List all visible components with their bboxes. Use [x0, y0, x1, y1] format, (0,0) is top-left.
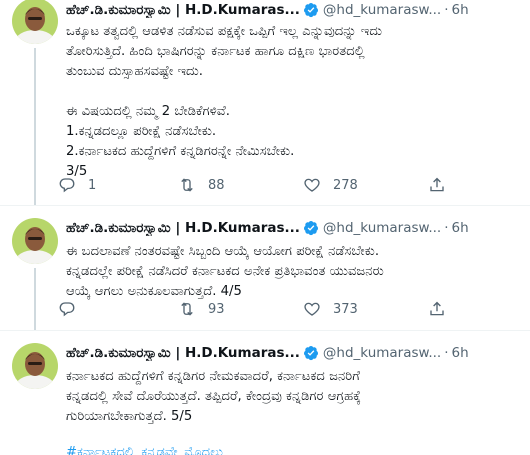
retweet-icon — [181, 302, 193, 316]
reply-count: 1 — [88, 177, 97, 193]
reply-icon — [59, 178, 75, 193]
retweet-button[interactable]: 93 — [178, 300, 225, 318]
separator-dot: · — [444, 2, 449, 18]
retweet-button[interactable]: 88 — [178, 176, 225, 194]
retweet-count: 88 — [208, 177, 225, 193]
heart-icon — [304, 302, 320, 316]
action-bar: 1 88 278 — [58, 176, 458, 196]
like-button[interactable]: 373 — [303, 300, 358, 318]
profile-photo-icon — [12, 218, 58, 264]
profile-photo-icon — [12, 0, 58, 44]
share-icon — [430, 301, 444, 316]
share-icon — [430, 177, 444, 192]
tweet-5-of-5[interactable]: ಹೆಚ್.ಡಿ.ಕುಮಾರಸ್ವಾಮಿ | H.D.Kumaras... @hd… — [0, 330, 530, 455]
like-button[interactable]: 278 — [303, 176, 358, 194]
like-count: 373 — [333, 301, 358, 317]
tweet-line: ಕರ್ನಾಟಕದ ಹುದ್ದೆಗಳಿಗೆ ಕನ್ನಡಿಗರ ನೇಮಕವಾದರೆ,… — [66, 369, 360, 384]
author-name[interactable]: ಹೆಚ್.ಡಿ.ಕುಮಾರಸ್ವಾಮಿ | H.D.Kumaras... — [66, 345, 300, 361]
tweet-line: ಒಕ್ಕೂಟ ತತ್ವದಲ್ಲಿ ಆಡಳಿತ ನಡೆಸುವ ಪಕ್ಷಕ್ಕೇ ಒ… — [66, 24, 383, 39]
share-button[interactable] — [428, 300, 446, 318]
tweet-header: ಹೆಚ್.ಡಿ.ಕುಮಾರಸ್ವಾಮಿ | H.D.Kumaras... @hd… — [66, 343, 520, 363]
heart-icon — [304, 178, 320, 192]
tweet-line: ತುಂಬುವ ದುಸ್ಸಾಹಸವಷ್ಟೇ ಇದು. — [66, 64, 203, 79]
tweet-line: 1.ಕನ್ನಡದಲ್ಲೂ ಪರೀಕ್ಷೆ ನಡೆಸಬೇಕು. — [66, 124, 217, 139]
line-break — [66, 82, 520, 102]
timestamp[interactable]: 6h — [452, 220, 469, 236]
tweet-line: ಗುರಿಯಾಗಬೇಕಾಗುತ್ತದೆ. 5/5 — [66, 409, 193, 424]
avatar[interactable] — [12, 218, 58, 264]
tweet-header: ಹೆಚ್.ಡಿ.ಕುಮಾರಸ್ವಾಮಿ | H.D.Kumaras... @hd… — [66, 0, 520, 20]
reply-icon — [59, 302, 75, 317]
like-count: 278 — [333, 177, 358, 193]
tweet-line: ಕನ್ನಡದಲ್ಲೇ ಪರೀಕ್ಷೆ ನಡೆಸಿದರೆ ಕರ್ನಾಟಕದ ಅನೇ… — [66, 264, 384, 279]
tweet-header: ಹೆಚ್.ಡಿ.ಕುಮಾರಸ್ವಾಮಿ | H.D.Kumaras... @hd… — [66, 218, 520, 238]
avatar[interactable] — [12, 0, 58, 44]
retweet-count: 93 — [208, 301, 225, 317]
tweet-text: ಕರ್ನಾಟಕದ ಹುದ್ದೆಗಳಿಗೆ ಕನ್ನಡಿಗರ ನೇಮಕವಾದರೆ,… — [66, 367, 520, 455]
tweet-line: ಆಯ್ಕೆ ಆಗಲು ಅನುಕೂಲವಾಗುತ್ತದೆ. 4/5 — [66, 284, 242, 299]
tweet-line: 2.ಕರ್ನಾಟಕದ ಹುದ್ದೆಗಳಿಗೆ ಕನ್ನಡಿಗರನ್ನೇ ನೇಮಿ… — [66, 144, 295, 159]
author-handle[interactable]: @hd_kumarasw... — [323, 220, 441, 236]
separator-dot: · — [444, 220, 449, 236]
verified-badge-icon — [303, 346, 318, 361]
thread-connector — [34, 48, 36, 205]
tweet-text: ಈ ಬದಲಾವಣೆ ನಂತರವಷ್ಟೇ ಸಿಬ್ಬಂದಿ ಆಯ್ಕೆ ಆಯೋಗ … — [66, 242, 520, 302]
thread-connector — [34, 268, 36, 331]
tweet-3-of-5[interactable]: ಹೆಚ್.ಡಿ.ಕುಮಾರಸ್ವಾಮಿ | H.D.Kumaras... @hd… — [0, 0, 530, 205]
retweet-icon — [181, 178, 193, 192]
profile-photo-icon — [12, 343, 58, 389]
reply-button[interactable]: 1 — [58, 176, 96, 194]
author-handle[interactable]: @hd_kumarasw... — [323, 2, 441, 18]
share-button[interactable] — [428, 176, 446, 194]
action-bar: 93 373 — [58, 300, 458, 320]
separator-dot: · — [444, 345, 449, 361]
reply-button[interactable] — [58, 300, 88, 318]
tweet-line: ಕನ್ನಡದಲ್ಲಿ ಸೇವೆ ದೊರೆಯುತ್ತದೆ. ತಪ್ಪಿದರೆ, ಕ… — [66, 389, 361, 404]
avatar[interactable] — [12, 343, 58, 389]
author-name[interactable]: ಹೆಚ್.ಡಿ.ಕುಮಾರಸ್ವಾಮಿ | H.D.Kumaras... — [66, 2, 300, 18]
tweet-4-of-5[interactable]: ಹೆಚ್.ಡಿ.ಕುಮಾರಸ್ವಾಮಿ | H.D.Kumaras... @hd… — [0, 205, 530, 331]
author-handle[interactable]: @hd_kumarasw... — [323, 345, 441, 361]
tweet-line: ಈ ಬದಲಾವಣೆ ನಂತರವಷ್ಟೇ ಸಿಬ್ಬಂದಿ ಆಯ್ಕೆ ಆಯೋಗ … — [66, 244, 380, 259]
timestamp[interactable]: 6h — [452, 345, 469, 361]
verified-badge-icon — [303, 3, 318, 18]
timestamp[interactable]: 6h — [452, 2, 469, 18]
hashtag-link[interactable]: #ಕರ್ನಾಟಕದಲ್ಲಿ_ಕನ್ನಡವೇ_ಮೊದಲು — [66, 443, 223, 455]
verified-badge-icon — [303, 221, 318, 236]
tweet-line: ತೋರಿಸುತ್ತಿದೆ. ಹಿಂದಿ ಭಾಷಿಗರನ್ನು ಕರ್ನಾಟಕ ಹ… — [66, 44, 365, 59]
tweet-text: ಒಕ್ಕೂಟ ತತ್ವದಲ್ಲಿ ಆಡಳಿತ ನಡೆಸುವ ಪಕ್ಷಕ್ಕೇ ಒ… — [66, 22, 520, 182]
tweet-line: ಈ ವಿಷಯದಲ್ಲಿ ನಮ್ಮ 2 ಬೇಡಿಕೆಗಳಿವೆ. — [66, 104, 230, 119]
author-name[interactable]: ಹೆಚ್.ಡಿ.ಕುಮಾರಸ್ವಾಮಿ | H.D.Kumaras... — [66, 220, 300, 236]
